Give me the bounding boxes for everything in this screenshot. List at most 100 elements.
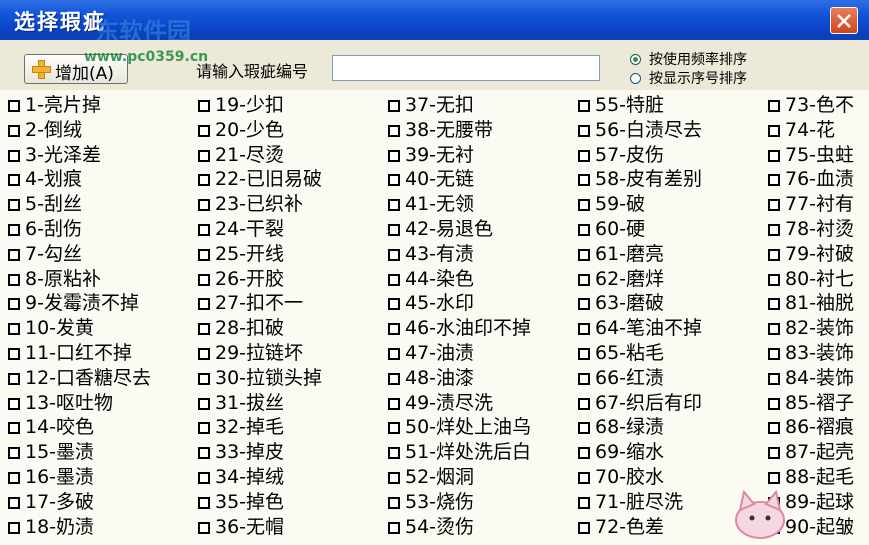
- checkbox[interactable]: [578, 472, 590, 484]
- checkbox[interactable]: [578, 274, 590, 286]
- checkbox[interactable]: [198, 497, 210, 509]
- checkbox[interactable]: [388, 522, 400, 534]
- checkbox[interactable]: [198, 199, 210, 211]
- checkbox[interactable]: [8, 323, 20, 335]
- checkbox[interactable]: [388, 249, 400, 261]
- checkbox[interactable]: [8, 174, 20, 186]
- checkbox[interactable]: [578, 249, 590, 261]
- checkbox[interactable]: [8, 398, 20, 410]
- checkbox[interactable]: [198, 522, 210, 534]
- checkbox[interactable]: [578, 174, 590, 186]
- checkbox[interactable]: [388, 422, 400, 434]
- checkbox[interactable]: [578, 447, 590, 459]
- checkbox[interactable]: [8, 522, 20, 534]
- checkbox[interactable]: [388, 323, 400, 335]
- checkbox[interactable]: [8, 199, 20, 211]
- defect-label: 30-拉锁头掉: [215, 367, 323, 389]
- checkbox[interactable]: [578, 199, 590, 211]
- checkbox[interactable]: [578, 422, 590, 434]
- checkbox[interactable]: [578, 497, 590, 509]
- checkbox[interactable]: [8, 497, 20, 509]
- checkbox[interactable]: [8, 150, 20, 162]
- checkbox[interactable]: [768, 274, 780, 286]
- checkbox[interactable]: [768, 373, 780, 385]
- checkbox[interactable]: [388, 224, 400, 236]
- checkbox[interactable]: [198, 447, 210, 459]
- checkbox[interactable]: [388, 174, 400, 186]
- checkbox[interactable]: [198, 373, 210, 385]
- checkbox[interactable]: [768, 224, 780, 236]
- checkbox[interactable]: [8, 249, 20, 261]
- checkbox[interactable]: [578, 373, 590, 385]
- checkbox[interactable]: [388, 348, 400, 360]
- checkbox[interactable]: [198, 348, 210, 360]
- title-bar[interactable]: 选择瑕疵 东软件园: [0, 0, 869, 46]
- checkbox[interactable]: [8, 298, 20, 310]
- checkbox[interactable]: [768, 472, 780, 484]
- checkbox[interactable]: [768, 398, 780, 410]
- checkbox[interactable]: [8, 224, 20, 236]
- checkbox[interactable]: [578, 398, 590, 410]
- checkbox[interactable]: [198, 274, 210, 286]
- defect-label: 45-水印: [405, 292, 475, 314]
- checkbox[interactable]: [8, 348, 20, 360]
- checkbox[interactable]: [768, 447, 780, 459]
- checkbox[interactable]: [388, 373, 400, 385]
- checkbox[interactable]: [768, 348, 780, 360]
- radio-sort-display[interactable]: 按显示序号排序: [630, 68, 747, 88]
- checkbox[interactable]: [388, 398, 400, 410]
- defect-label: 35-掉色: [215, 491, 285, 513]
- checkbox[interactable]: [578, 522, 590, 534]
- checkbox[interactable]: [578, 348, 590, 360]
- checkbox[interactable]: [578, 298, 590, 310]
- checkbox[interactable]: [768, 422, 780, 434]
- checkbox[interactable]: [198, 298, 210, 310]
- checkbox[interactable]: [8, 472, 20, 484]
- defect-label: 37-无扣: [405, 94, 475, 116]
- checkbox[interactable]: [198, 224, 210, 236]
- checkbox[interactable]: [198, 422, 210, 434]
- checkbox[interactable]: [198, 150, 210, 162]
- checkbox[interactable]: [388, 150, 400, 162]
- checkbox[interactable]: [768, 150, 780, 162]
- checkbox[interactable]: [388, 125, 400, 137]
- checkbox[interactable]: [578, 150, 590, 162]
- checkbox[interactable]: [388, 497, 400, 509]
- close-button[interactable]: [830, 7, 858, 34]
- checkbox[interactable]: [198, 100, 210, 112]
- checkbox[interactable]: [578, 323, 590, 335]
- checkbox[interactable]: [768, 100, 780, 112]
- checkbox[interactable]: [8, 373, 20, 385]
- checkbox[interactable]: [768, 298, 780, 310]
- checkbox[interactable]: [8, 422, 20, 434]
- checkbox[interactable]: [388, 100, 400, 112]
- checkbox[interactable]: [8, 274, 20, 286]
- checkbox[interactable]: [768, 174, 780, 186]
- checkbox[interactable]: [198, 398, 210, 410]
- defect-label: 38-无腰带: [405, 119, 494, 141]
- checkbox[interactable]: [388, 472, 400, 484]
- checkbox[interactable]: [578, 224, 590, 236]
- checkbox[interactable]: [768, 249, 780, 261]
- checkbox[interactable]: [388, 199, 400, 211]
- radio-sort-frequency[interactable]: 按使用频率排序: [630, 49, 747, 69]
- checkbox[interactable]: [198, 174, 210, 186]
- checkbox[interactable]: [388, 274, 400, 286]
- checkbox[interactable]: [8, 447, 20, 459]
- checkbox[interactable]: [388, 447, 400, 459]
- checkbox[interactable]: [768, 125, 780, 137]
- defect-label: 3-光泽差: [25, 144, 101, 166]
- checkbox[interactable]: [198, 249, 210, 261]
- checkbox[interactable]: [388, 298, 400, 310]
- defect-code-input[interactable]: [332, 55, 600, 81]
- checkbox[interactable]: [768, 199, 780, 211]
- checkbox[interactable]: [578, 125, 590, 137]
- checkbox[interactable]: [768, 323, 780, 335]
- checkbox[interactable]: [578, 100, 590, 112]
- checkbox[interactable]: [198, 472, 210, 484]
- checkbox[interactable]: [8, 125, 20, 137]
- checkbox[interactable]: [198, 323, 210, 335]
- defect-label: 86-褶痕: [785, 416, 855, 438]
- checkbox[interactable]: [198, 125, 210, 137]
- checkbox[interactable]: [8, 100, 20, 112]
